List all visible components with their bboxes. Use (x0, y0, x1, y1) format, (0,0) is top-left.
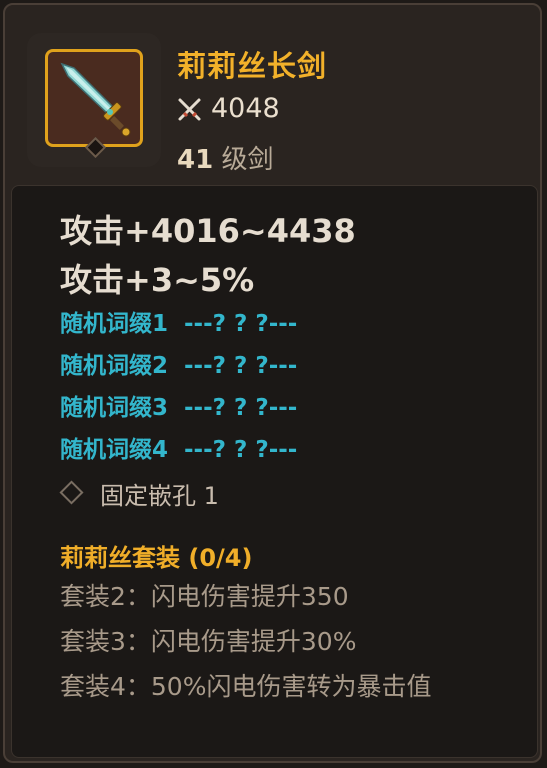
set-bonus: 套装2：闪电伤害提升350 (60, 582, 349, 611)
affix-value: ---? ? ?--- (184, 353, 298, 379)
stat-attack-flat: 攻击+4016~4438 (60, 212, 356, 250)
affix-label: 随机词缀2 (60, 353, 169, 379)
affix-row: 随机词缀2 ---? ? ?--- (60, 346, 297, 380)
affix-label: 随机词缀1 (60, 311, 169, 337)
socket-diamond-icon (59, 480, 84, 505)
affix-row: 随机词缀1 ---? ? ?--- (60, 304, 297, 338)
affix-label: 随机词缀4 (60, 437, 169, 463)
item-icon-frame (45, 49, 143, 147)
item-name: 莉莉丝长剑 (177, 49, 328, 83)
power-value: 4048 (211, 93, 280, 124)
affix-row: 随机词缀4 ---? ? ?--- (60, 430, 297, 464)
item-level: 41 (177, 145, 214, 175)
socket-label: 固定嵌孔 1 (100, 482, 219, 510)
item-type: 级剑 (221, 145, 274, 175)
affix-value: ---? ? ?--- (184, 437, 298, 463)
set-title: 莉莉丝套装 (0/4) (60, 544, 253, 572)
set-bonus: 套装3：闪电伤害提升30% (60, 627, 357, 656)
affix-value: ---? ? ?--- (184, 395, 298, 421)
item-level-row: 41 级剑 (177, 139, 273, 176)
affix-label: 随机词缀3 (60, 395, 169, 421)
item-tooltip: 莉莉丝长剑 4048 41 级剑 攻击+4016~4438 攻击+3~5% 随机… (3, 3, 542, 763)
crossed-swords-icon (178, 98, 201, 121)
set-bonus: 套装4：50%闪电伤害转为暴击值 (60, 672, 432, 701)
item-icon-slot (27, 33, 161, 167)
sword-icon (60, 62, 131, 137)
stats-box: 攻击+4016~4438 攻击+3~5% 随机词缀1 ---? ? ?--- 随机… (11, 185, 538, 758)
affix-row: 随机词缀3 ---? ? ?--- (60, 388, 297, 422)
affix-value: ---? ? ?--- (184, 311, 298, 337)
stat-attack-pct: 攻击+3~5% (60, 261, 255, 299)
